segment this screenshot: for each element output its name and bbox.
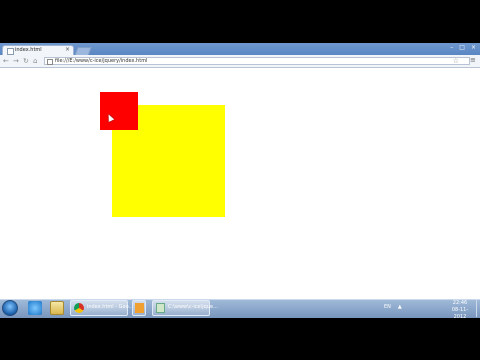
maximize-button[interactable]: □ [459,44,465,52]
notepad-task-label: C:\www\c-ice\jque... [168,304,218,310]
window-controls: – □ × [450,44,476,52]
desktop-screen: index.html × – □ × ← → ↻ ⌂ file:///E:/ww… [0,0,480,360]
chrome-taskbar-button[interactable]: index.html - Goo... [70,300,133,316]
media-player-taskbar-button[interactable] [132,300,146,316]
start-button[interactable] [2,300,18,316]
red-box[interactable] [100,92,138,130]
clock-time: 22:46 [452,300,468,306]
clock-date: 08-11-2012 [451,307,469,320]
internet-explorer-icon[interactable] [28,301,42,315]
wrench-menu-icon[interactable]: ≡ [470,56,476,64]
tab-title: index.html [15,47,42,53]
bookmark-star-icon[interactable]: ☆ [453,57,459,65]
media-player-icon [135,303,144,313]
file-explorer-icon[interactable] [50,301,64,315]
close-window-button[interactable]: × [471,44,476,52]
show-desktop-button[interactable] [476,300,480,317]
language-indicator[interactable]: EN [384,302,391,312]
forward-button[interactable]: → [13,56,19,66]
system-tray: EN ▲ [384,302,402,312]
minimize-button[interactable]: – [450,44,453,52]
tray-expand-icon[interactable]: ▲ [398,302,402,312]
chrome-task-label: index.html - Goo... [87,304,134,310]
reload-button[interactable]: ↻ [23,56,29,66]
tab-close-icon[interactable]: × [65,46,70,53]
taskbar-clock[interactable]: 22:46 08-11-2012 [448,300,472,321]
page-icon [7,48,14,55]
chrome-icon [74,303,84,313]
notepad-taskbar-button[interactable]: C:\www\c-ice\jque... [152,300,218,316]
back-button[interactable]: ← [3,56,9,66]
address-bar[interactable]: file:///E:/www/c-ice/jquery/index.html ☆ [44,57,470,65]
page-content [0,68,480,299]
page-icon [47,59,53,65]
home-button[interactable]: ⌂ [33,56,37,66]
browser-tab[interactable]: index.html × [2,45,74,55]
url-text: file:///E:/www/c-ice/jquery/index.html [55,58,148,64]
notepad-icon [156,303,165,313]
